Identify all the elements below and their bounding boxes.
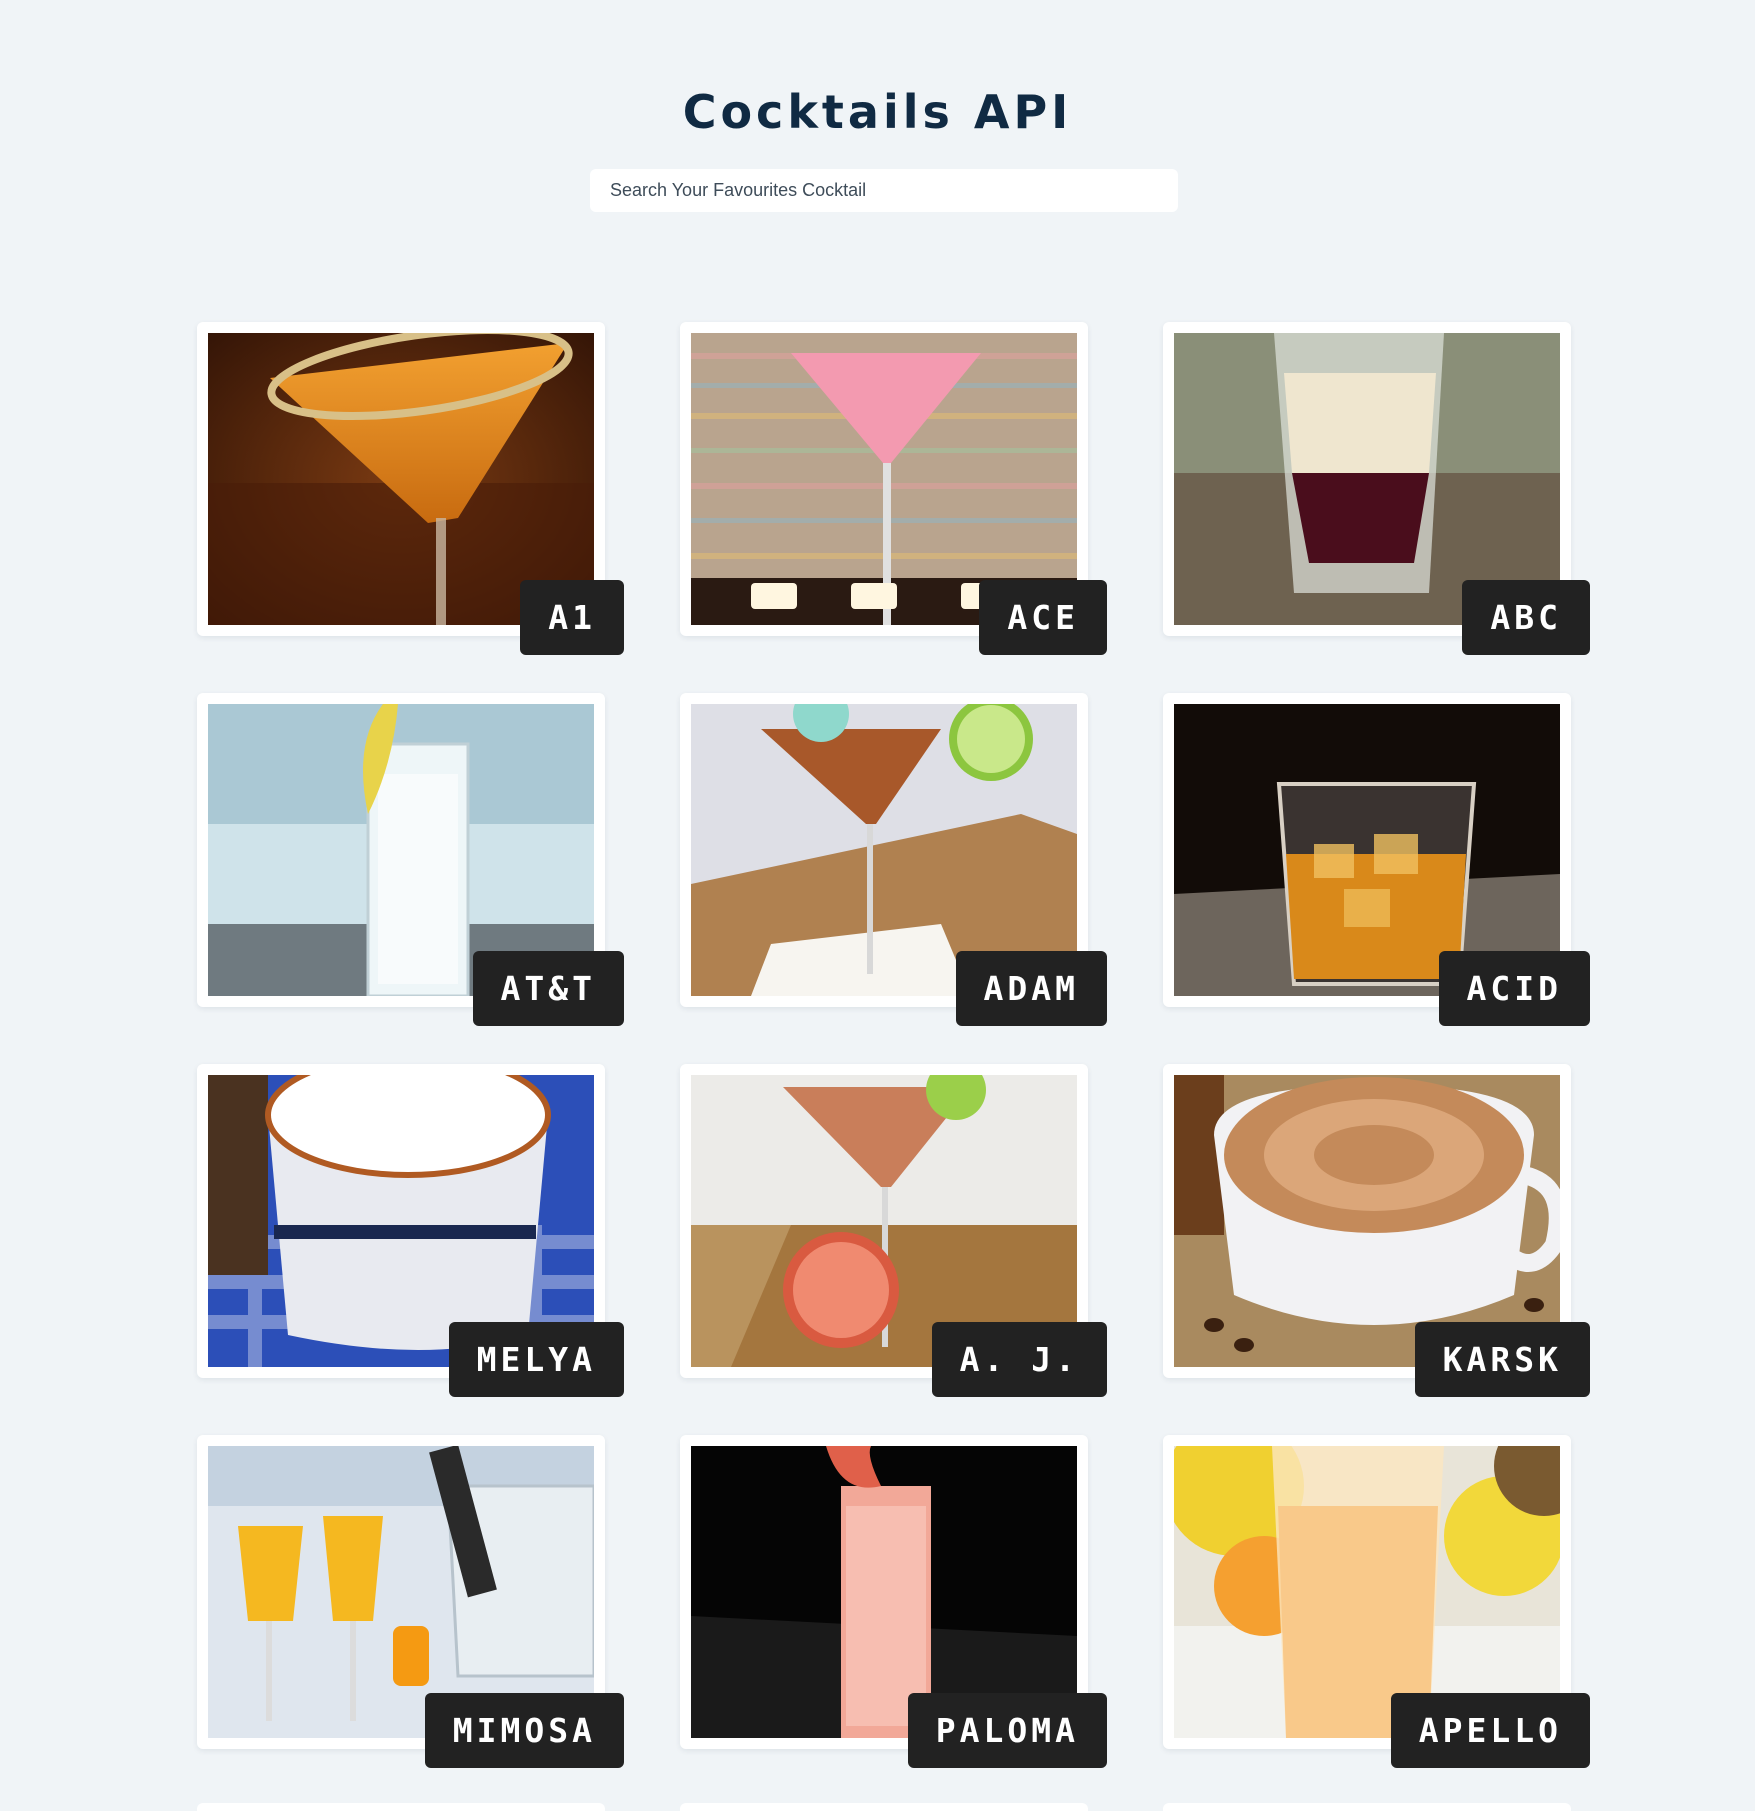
cocktail-name: ADAM [955,951,1107,1026]
cocktail-card-partial[interactable] [680,1803,1088,1811]
search-input[interactable] [590,169,1178,212]
cocktail-card[interactable]: ABC [1163,322,1590,655]
cocktail-card[interactable]: AT&T [197,693,624,1026]
cocktail-card[interactable]: A. J. [680,1064,1107,1397]
cocktail-card[interactable]: APELLO [1163,1435,1590,1768]
cocktail-name: A1 [520,580,624,655]
cocktail-card[interactable]: PALOMA [680,1435,1107,1768]
cocktail-name: PALOMA [907,1693,1107,1768]
cocktail-name: ABC [1462,580,1590,655]
cocktail-card-partial[interactable] [1163,1803,1571,1811]
cocktail-name: ACID [1438,951,1590,1026]
cocktail-name: MIMOSA [424,1693,624,1768]
cocktail-name: AT&T [472,951,624,1026]
cocktail-card-partial[interactable] [197,1803,605,1811]
cocktail-name: MELYA [448,1322,624,1397]
cocktail-card[interactable]: MELYA [197,1064,624,1397]
cocktail-card[interactable]: ACE [680,322,1107,655]
cocktail-name: KARSK [1414,1322,1590,1397]
cocktail-card[interactable]: A1 [197,322,624,655]
cocktail-card[interactable]: ADAM [680,693,1107,1026]
cocktail-card[interactable]: KARSK [1163,1064,1590,1397]
cocktail-card[interactable]: ACID [1163,693,1590,1026]
page-title: Cocktails API [682,85,1073,139]
cocktail-name: A. J. [931,1322,1107,1397]
cocktail-name: ACE [979,580,1107,655]
cocktail-card[interactable]: MIMOSA [197,1435,624,1768]
cocktail-name: APELLO [1390,1693,1590,1768]
